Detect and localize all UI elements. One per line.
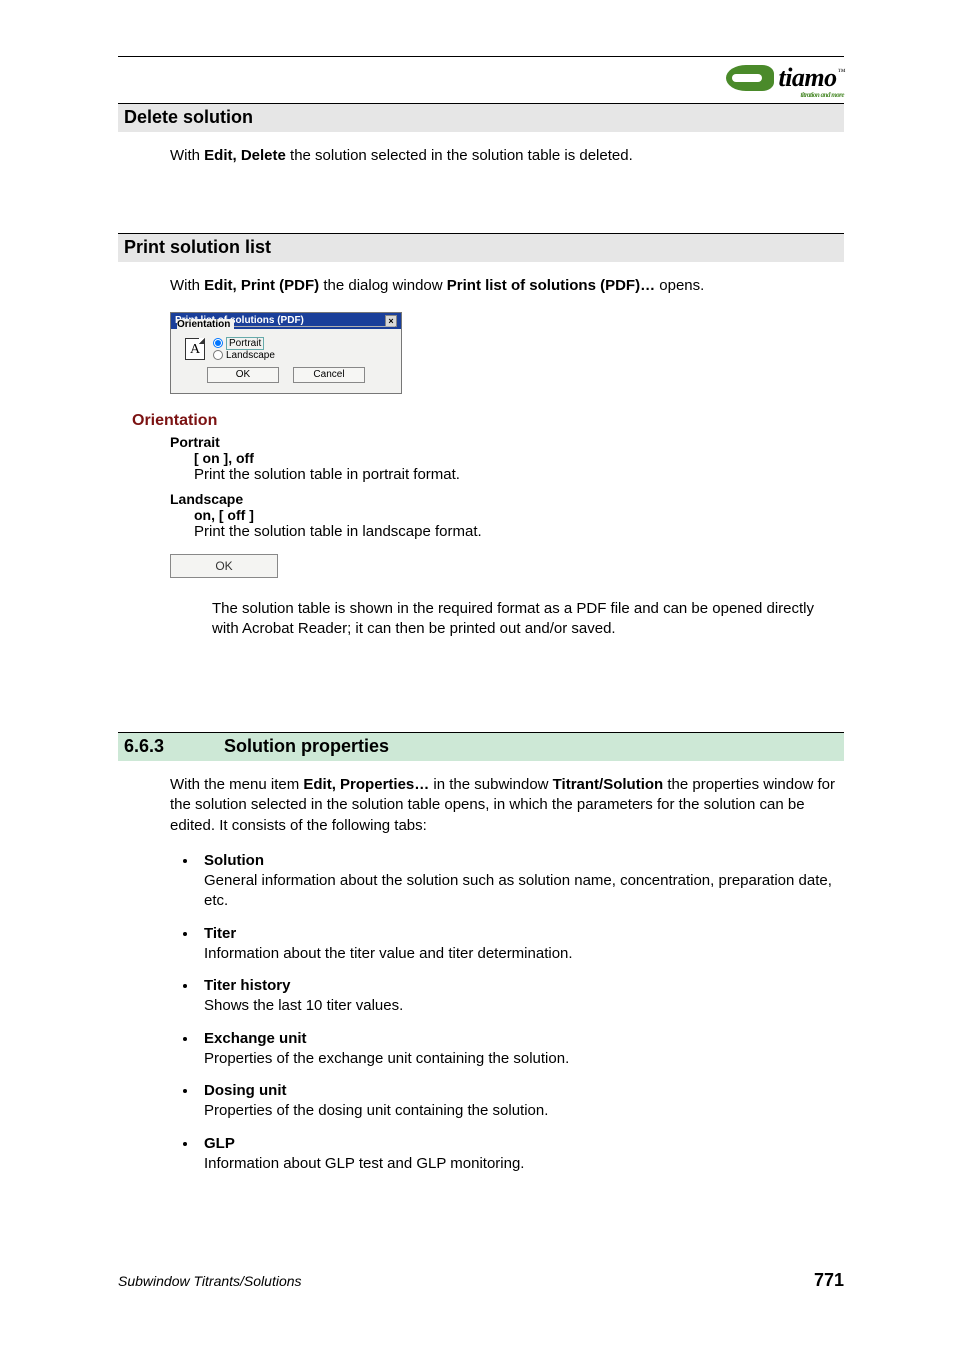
list-item: Solution General information about the so… (198, 851, 844, 912)
radio-label: Portrait (226, 337, 264, 350)
logo-tm: ™ (838, 67, 845, 76)
heading-delete-solution: Delete solution (118, 103, 844, 132)
text: in the subwindow (429, 776, 552, 793)
section-title: Solution properties (224, 736, 389, 756)
tab-name: GLP (204, 1135, 235, 1152)
print-dialog: Print list of solutions (PDF) × Orientat… (170, 312, 402, 394)
list-item: Dosing unit Properties of the dosing unit… (198, 1081, 844, 1122)
text: With (170, 277, 204, 294)
logo-tagline: titration and more (800, 91, 844, 99)
tab-name: Exchange unit (204, 1030, 307, 1047)
ok-button[interactable]: OK (207, 367, 279, 383)
option-name: Landscape (170, 491, 844, 507)
delete-solution-paragraph: With Edit, Delete the solution selected … (170, 146, 844, 166)
menu-ref: Edit, Properties… (303, 776, 429, 793)
fieldset-label: Orientation (177, 319, 234, 330)
tab-desc: Information about GLP test and GLP monit… (204, 1155, 524, 1172)
solution-properties-intro: With the menu item Edit, Properties… in … (170, 775, 844, 836)
ok-button-illustration: OK (170, 554, 278, 578)
tab-name: Titer history (204, 977, 290, 994)
text: With the menu item (170, 776, 303, 793)
tab-desc: Information about the titer value and ti… (204, 945, 573, 962)
tab-name: Dosing unit (204, 1082, 287, 1099)
text: the solution selected in the solution ta… (286, 147, 633, 164)
menu-ref: Edit, Print (PDF) (204, 277, 319, 294)
text: With (170, 147, 204, 164)
logo-swoosh-icon (726, 65, 774, 91)
heading-print-solution-list: Print solution list (118, 233, 844, 262)
footer-section: Subwindow Titrants/Solutions (118, 1273, 302, 1289)
list-item: Exchange unit Properties of the exchange … (198, 1029, 844, 1070)
option-state: [ on ], off (194, 450, 844, 466)
tab-name: Titer (204, 925, 236, 942)
tab-desc: Properties of the dosing unit containing… (204, 1102, 548, 1119)
tab-name: Solution (204, 852, 264, 869)
list-item: Titer Information about the titer value a… (198, 924, 844, 965)
subwindow-ref: Titrant/Solution (553, 776, 664, 793)
menu-ref: Edit, Delete (204, 147, 286, 164)
heading-solution-properties: 6.6.3Solution properties (118, 732, 844, 761)
option-portrait: Portrait [ on ], off Print the solution … (170, 434, 844, 483)
option-desc: Print the solution table in landscape fo… (194, 523, 844, 540)
brand-logo: tiamo™ titration and more (118, 63, 844, 93)
option-desc: Print the solution table in portrait for… (194, 466, 844, 483)
text: the dialog window (319, 277, 447, 294)
tabs-bullet-list: Solution General information about the so… (118, 851, 844, 1174)
heading-orientation: Orientation (132, 412, 844, 430)
tab-desc: Shows the last 10 titer values. (204, 997, 403, 1014)
list-item: GLP Information about GLP test and GLP mo… (198, 1134, 844, 1175)
option-state: on, [ off ] (194, 507, 844, 523)
tab-desc: General information about the solution s… (204, 872, 832, 909)
top-rule (118, 56, 844, 57)
radio-label: Landscape (226, 350, 275, 361)
radio-landscape[interactable]: Landscape (213, 350, 275, 361)
ok-description: The solution table is shown in the requi… (212, 599, 844, 640)
option-name: Portrait (170, 434, 844, 450)
cancel-button[interactable]: Cancel (293, 367, 365, 383)
list-item: Titer history Shows the last 10 titer val… (198, 976, 844, 1017)
option-landscape: Landscape on, [ off ] Print the solution… (170, 491, 844, 540)
dialog-ref: Print list of solutions (PDF)… (447, 277, 655, 294)
section-number: 6.6.3 (124, 736, 224, 757)
orientation-page-icon: A (185, 338, 205, 360)
text: opens. (655, 277, 704, 294)
print-solution-paragraph: With Edit, Print (PDF) the dialog window… (170, 276, 844, 296)
logo-name: tiamo (778, 63, 836, 92)
radio-portrait[interactable]: Portrait (213, 337, 275, 350)
page-number: 771 (814, 1270, 844, 1291)
tab-desc: Properties of the exchange unit containi… (204, 1050, 569, 1067)
